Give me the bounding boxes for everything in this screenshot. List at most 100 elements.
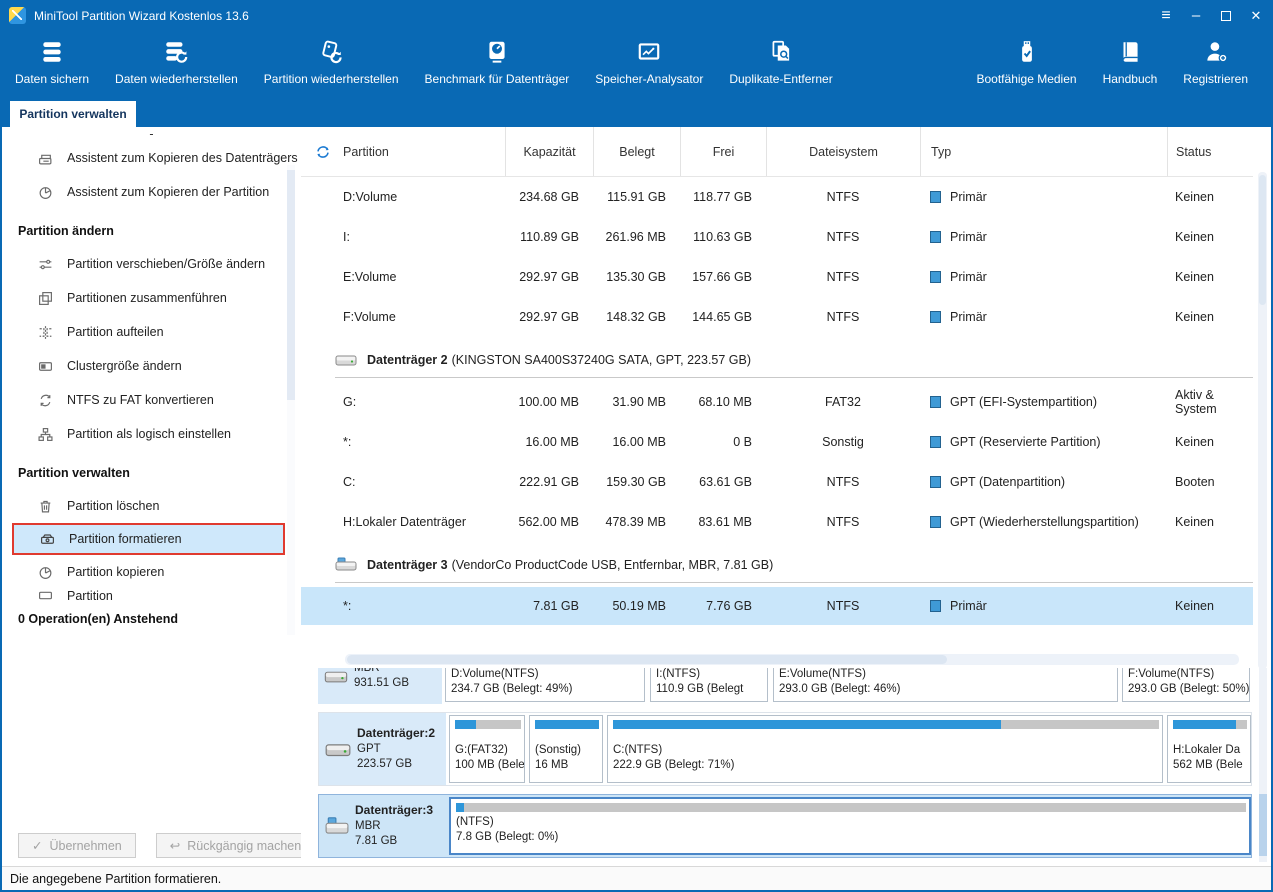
diskmap-disk3-row[interactable]: Datenträger:3MBR7.81 GB (NTFS) 7.8 GB (B… <box>318 794 1252 858</box>
partition-type-icon <box>930 311 941 323</box>
toolbar-item-bootable-media[interactable]: Bootfähige Medien <box>964 29 1090 86</box>
diskmap-disk2-row[interactable]: Datenträger:2GPT223.57 GB G:(FAT32) 100 … <box>318 712 1252 786</box>
copy-partition-icon <box>38 185 53 200</box>
refresh-icon[interactable] <box>315 144 331 160</box>
toolbar: Daten sichern Daten wiederherstellen Par… <box>2 29 1271 98</box>
undo-arrow-icon: ↩ <box>170 838 180 853</box>
disk-icon <box>324 668 348 684</box>
toolbar-item-space-analyzer[interactable]: Speicher-Analysator <box>582 29 716 86</box>
diskmap-partition-c[interactable]: C:(NTFS) 222.9 GB (Belegt: 71%) <box>607 715 1163 783</box>
maximize-button[interactable] <box>1211 2 1241 29</box>
sidebar-item-set-logical[interactable]: Partition als logisch einstellen <box>2 417 301 451</box>
backup-data-icon <box>39 37 65 67</box>
sidebar-scrollbar[interactable] <box>287 165 295 635</box>
cluster-size-icon <box>38 359 53 374</box>
sidebar-item-split[interactable]: Partition aufteilen <box>2 315 301 349</box>
table-row[interactable]: F:Volume 292.97 GB 148.32 GB 144.65 GB N… <box>301 297 1253 337</box>
diskmap-disk2-label: Datenträger:2GPT223.57 GB <box>319 713 446 785</box>
sidebar-item-copy[interactable]: Partition kopieren <box>2 555 301 589</box>
toolbar-item-restore-partition[interactable]: Partition wiederherstellen <box>251 29 412 86</box>
diskmap-partition-d[interactable]: D:Volume(NTFS) 234.7 GB (Belegt: 49%) <box>445 668 645 702</box>
sidebar-item-merge[interactable]: Partitionen zusammenführen <box>2 281 301 315</box>
status-text: Die angegebene Partition formatieren. <box>10 872 221 886</box>
sidebar-section-partition-aendern: Partition ändern <box>2 215 301 247</box>
disk-icon <box>335 352 357 367</box>
apply-button[interactable]: ✓ Übernehmen <box>18 833 136 858</box>
table-row[interactable]: H:Lokaler Datenträger 562.00 MB 478.39 M… <box>301 502 1253 542</box>
sidebar-item-copy-partition-wizard[interactable]: Assistent zum Kopieren der Partition <box>2 175 301 209</box>
disk3-group-header[interactable]: Datenträger 3 (VendorCo ProductCode USB,… <box>301 542 1253 587</box>
partition-type-icon <box>930 476 941 488</box>
divider <box>335 377 1253 378</box>
toolbar-item-backup[interactable]: Daten sichern <box>2 29 102 86</box>
disk-icon <box>325 740 351 758</box>
table-row[interactable]: I: 110.89 GB 261.96 MB 110.63 GB NTFS Pr… <box>301 217 1253 257</box>
menu-icon[interactable]: ≡ <box>1151 2 1181 29</box>
usage-bar <box>613 720 1159 729</box>
duplicate-remover-icon <box>768 37 794 67</box>
toolbar-item-manual[interactable]: Handbuch <box>1090 29 1171 86</box>
sidebar-item-delete[interactable]: Partition löschen <box>2 489 301 523</box>
maximize-icon <box>1221 11 1231 21</box>
table-row[interactable]: *: 16.00 MB 16.00 MB 0 B Sonstig GPT (Re… <box>301 422 1253 462</box>
sidebar-item-copy-disk-wizard[interactable]: Assistent zum Kopieren des Datenträgers <box>2 141 301 175</box>
table-row[interactable]: E:Volume 292.97 GB 135.30 GB 157.66 GB N… <box>301 257 1253 297</box>
table-header: Partition Kapazität Belegt Frei Dateisys… <box>301 127 1253 177</box>
copy-disk-icon <box>38 151 53 166</box>
restore-data-icon <box>163 37 189 67</box>
disk2-group-header[interactable]: Datenträger 2 (KINGSTON SA400S37240G SAT… <box>301 337 1253 382</box>
usage-bar <box>535 720 599 729</box>
diskmap-partition-usb[interactable]: (NTFS) 7.8 GB (Belegt: 0%) <box>449 797 1251 855</box>
minimize-button[interactable]: – <box>1181 2 1211 29</box>
delete-partition-icon <box>38 499 53 514</box>
usb-disk-icon <box>325 816 349 836</box>
register-user-icon <box>1203 37 1229 67</box>
sidebar-item-cluster-size[interactable]: Clustergröße ändern <box>2 349 301 383</box>
undo-button[interactable]: ↩ Rückgängig machen <box>156 833 302 858</box>
diskmap-partition-h[interactable]: H:Lokaler Da 562 MB (Bele <box>1167 715 1251 783</box>
convert-fs-icon <box>38 393 53 408</box>
table-vertical-scrollbar[interactable] <box>1258 172 1267 669</box>
sidebar-item-move-resize[interactable]: Partition verschieben/Größe ändern <box>2 247 301 281</box>
diskmap-partition-e[interactable]: E:Volume(NTFS) 293.0 GB (Belegt: 46%) <box>773 668 1118 702</box>
diskmap-disk1-row[interactable]: MBR931.51 GB D:Volume(NTFS) 234.7 GB (Be… <box>318 668 1252 704</box>
table-row[interactable]: C: 222.91 GB 159.30 GB 63.61 GB NTFS GPT… <box>301 462 1253 502</box>
sidebar-item-ntfs-to-fat[interactable]: NTFS zu FAT konvertieren <box>2 383 301 417</box>
scrollbar-thumb[interactable] <box>1259 794 1267 856</box>
tab-partition-verwalten[interactable]: Partition verwalten <box>10 101 136 127</box>
disk-benchmark-icon <box>484 37 510 67</box>
table-row-selected[interactable]: *: 7.81 GB 50.19 MB 7.76 GB NTFS Primär … <box>301 587 1253 625</box>
status-bar: Die angegebene Partition formatieren. <box>2 866 1271 890</box>
toolbar-item-duplicate-remover[interactable]: Duplikate-Entferner <box>716 29 845 86</box>
app-logo-icon <box>9 7 26 24</box>
diskmap-vertical-scrollbar[interactable] <box>1259 668 1267 862</box>
sidebar-clipped-item: - <box>2 127 301 141</box>
split-partition-icon <box>38 325 53 340</box>
diskmap-disk3-label: Datenträger:3MBR7.81 GB <box>319 795 446 857</box>
scrollbar-thumb[interactable] <box>1259 175 1266 305</box>
partition-type-icon <box>930 191 941 203</box>
diskmap-partition-i[interactable]: I:(NTFS) 110.9 GB (Belegt <box>650 668 768 702</box>
close-button[interactable]: ✕ <box>1241 2 1271 29</box>
format-partition-icon <box>40 532 55 547</box>
toolbar-item-benchmark[interactable]: Benchmark für Datenträger <box>412 29 583 86</box>
partition-type-icon <box>930 436 941 448</box>
table-row[interactable]: D:Volume 234.68 GB 115.91 GB 118.77 GB N… <box>301 177 1253 217</box>
partition-type-icon <box>930 516 941 528</box>
table-row[interactable]: G: 100.00 MB 31.90 MB 68.10 MB FAT32 GPT… <box>301 382 1253 422</box>
diskmap-partition-reserved[interactable]: (Sonstig) 16 MB <box>529 715 603 783</box>
diskmap-partition-g[interactable]: G:(FAT32) 100 MB (Bele <box>449 715 525 783</box>
diskmap-partition-f[interactable]: F:Volume(NTFS) 293.0 GB (Belegt: 50%) <box>1122 668 1250 702</box>
sidebar-scrollbar-thumb[interactable] <box>287 170 295 400</box>
title-bar: MiniTool Partition Wizard Kostenlos 13.6… <box>2 2 1271 29</box>
app-title: MiniTool Partition Wizard Kostenlos 13.6 <box>34 9 249 23</box>
sidebar-item-clipped[interactable]: Partition <box>2 589 301 602</box>
partition-type-icon <box>930 396 941 408</box>
diskmap-horizontal-scrollbar[interactable] <box>345 654 1239 665</box>
sidebar-item-format[interactable]: Partition formatieren <box>12 523 285 555</box>
toolbar-item-restore-data[interactable]: Daten wiederherstellen <box>102 29 251 86</box>
toolbar-item-register[interactable]: Registrieren <box>1170 29 1261 86</box>
scrollbar-thumb[interactable] <box>347 655 947 664</box>
manual-book-icon <box>1117 37 1143 67</box>
sidebar-section-partition-verwalten: Partition verwalten <box>2 457 301 489</box>
